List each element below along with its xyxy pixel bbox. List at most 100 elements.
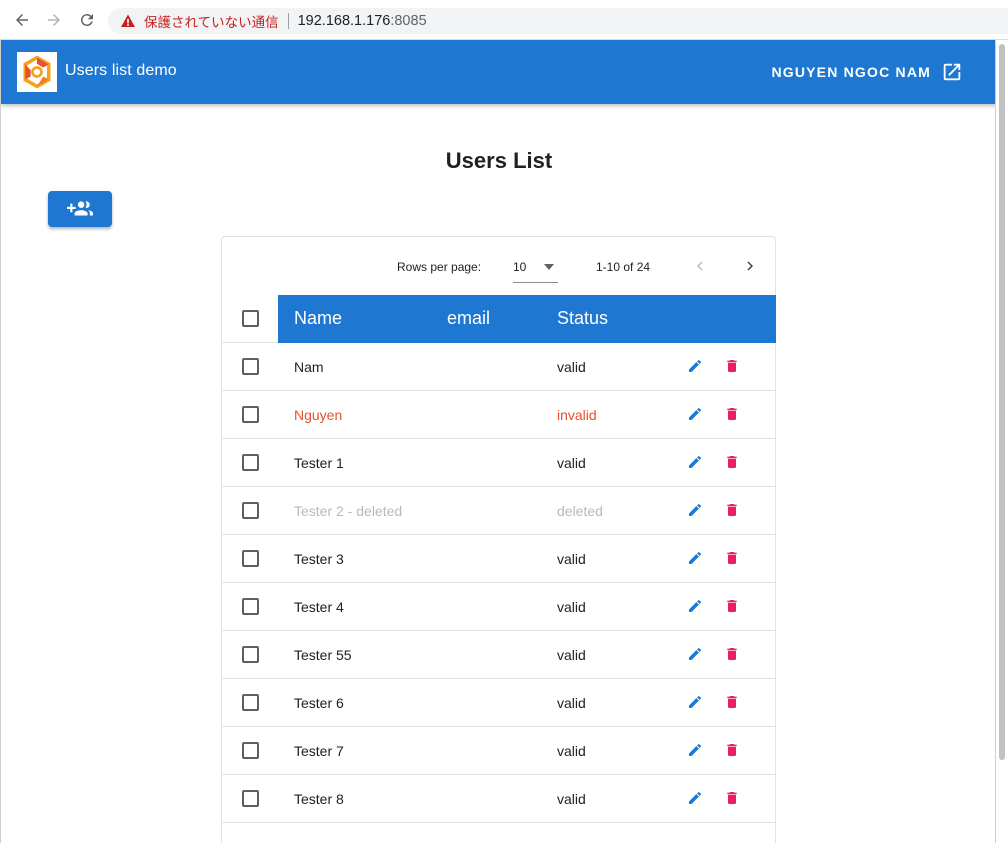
open-in-new-icon [943,63,961,81]
forward-arrow-icon[interactable] [42,8,66,32]
app-logo [17,52,57,92]
delete-icon[interactable] [724,454,740,470]
add-user-button[interactable] [48,191,112,227]
cell-status: valid [557,551,586,567]
delete-icon[interactable] [724,694,740,710]
group-add-icon [67,201,93,216]
table-row[interactable]: Tester 4 valid [222,583,775,631]
omnibox-divider [287,13,289,29]
cell-name: Tester 6 [294,695,344,711]
app-viewport: Users list demo NGUYEN NGOC NAM Users Li… [0,40,996,843]
address-bar[interactable]: 保護されていない通信 192.168.1.176:8085 [108,8,1008,34]
warning-icon [121,14,135,27]
table-row[interactable]: Tester 7 valid [222,727,775,775]
select-all-checkbox[interactable] [242,310,259,327]
cell-status: valid [557,359,586,375]
cell-status: valid [557,743,586,759]
security-warning: 保護されていない通信 [144,15,279,31]
chevron-left-icon [697,261,703,271]
scrollbar-thumb[interactable] [999,44,1005,760]
url-host: 192.168.1.176 [297,13,391,29]
delete-icon[interactable] [724,406,740,422]
cell-status: valid [557,599,586,615]
next-page-button[interactable] [740,254,760,278]
header-bar: Name email Status [278,295,776,343]
delete-icon[interactable] [724,358,740,374]
edit-icon[interactable] [687,454,703,470]
dropdown-arrow-icon [544,264,554,270]
cell-status: valid [557,647,586,663]
table-row[interactable]: Tester 1 valid [222,439,775,487]
cell-name: Tester 55 [294,647,352,663]
edit-icon[interactable] [687,358,703,374]
delete-icon[interactable] [724,502,740,518]
table-row[interactable]: Nam valid [222,343,775,391]
table-row[interactable]: Tester 6 valid [222,679,775,727]
browser-toolbar: 保護されていない通信 192.168.1.176:8085 [0,0,1008,40]
logo-icon [23,55,51,89]
url-port: :8085 [390,13,427,29]
delete-icon[interactable] [724,790,740,806]
edit-icon[interactable] [687,598,703,614]
row-checkbox[interactable] [242,502,259,519]
cell-name: Tester 2 - deleted [294,503,403,519]
table-header: Name email Status [222,295,776,343]
app-bar: Users list demo NGUYEN NGOC NAM [1,40,995,104]
column-header-status[interactable]: Status [557,308,608,329]
page-scrollbar[interactable] [996,40,1008,843]
edit-icon[interactable] [687,694,703,710]
column-header-email[interactable]: email [447,308,490,329]
table-row[interactable]: Tester 3 valid [222,535,775,583]
delete-icon[interactable] [724,550,740,566]
cell-status: invalid [557,407,597,423]
rows-per-page-label: Rows per page: [397,260,482,274]
edit-icon[interactable] [687,550,703,566]
column-header-name[interactable]: Name [294,308,342,329]
back-arrow-icon[interactable] [10,8,34,32]
rows-per-page-value: 10 [513,260,527,274]
table-pagination: Rows per page: 10 1-10 of 24 [222,237,775,295]
cell-name: Nam [294,359,324,375]
page-range-info: 1-10 of 24 [596,260,651,274]
cell-status: valid [557,455,586,471]
table-row[interactable]: Tester 8 valid [222,775,775,823]
delete-icon[interactable] [724,598,740,614]
row-checkbox[interactable] [242,454,259,471]
delete-icon[interactable] [724,742,740,758]
row-checkbox[interactable] [242,598,259,615]
page-title: Users List [445,148,553,173]
table-row[interactable]: Tester 55 valid [222,631,775,679]
cell-name: Tester 3 [294,551,344,567]
table-row[interactable]: Tester 2 - deleted deleted [222,487,775,535]
row-checkbox[interactable] [242,694,259,711]
row-checkbox[interactable] [242,406,259,423]
delete-icon[interactable] [724,646,740,662]
reload-icon[interactable] [75,8,99,32]
table-row[interactable]: Nguyen invalid [222,391,775,439]
row-checkbox[interactable] [242,742,259,759]
cell-name: Tester 8 [294,791,344,807]
edit-icon[interactable] [687,742,703,758]
cell-name: Tester 1 [294,455,344,471]
edit-icon[interactable] [687,502,703,518]
users-table-card: Rows per page: 10 1-10 of 24 Name email … [221,236,776,843]
app-title: Users list demo [65,62,177,79]
row-checkbox[interactable] [242,646,259,663]
chevron-right-icon [747,261,753,271]
cell-name: Tester 7 [294,743,344,759]
cell-status: deleted [557,503,603,519]
cell-name: Tester 4 [294,599,344,615]
user-account-button[interactable]: NGUYEN NGOC NAM [771,60,963,84]
cell-status: valid [557,791,586,807]
previous-page-button[interactable] [690,254,710,278]
rows-per-page-select[interactable]: 10 [513,252,558,283]
cell-status: valid [557,695,586,711]
row-checkbox[interactable] [242,358,259,375]
row-checkbox[interactable] [242,550,259,567]
user-name: NGUYEN NGOC NAM [771,64,931,80]
row-checkbox[interactable] [242,790,259,807]
cell-name: Nguyen [294,407,343,423]
edit-icon[interactable] [687,790,703,806]
edit-icon[interactable] [687,406,703,422]
edit-icon[interactable] [687,646,703,662]
